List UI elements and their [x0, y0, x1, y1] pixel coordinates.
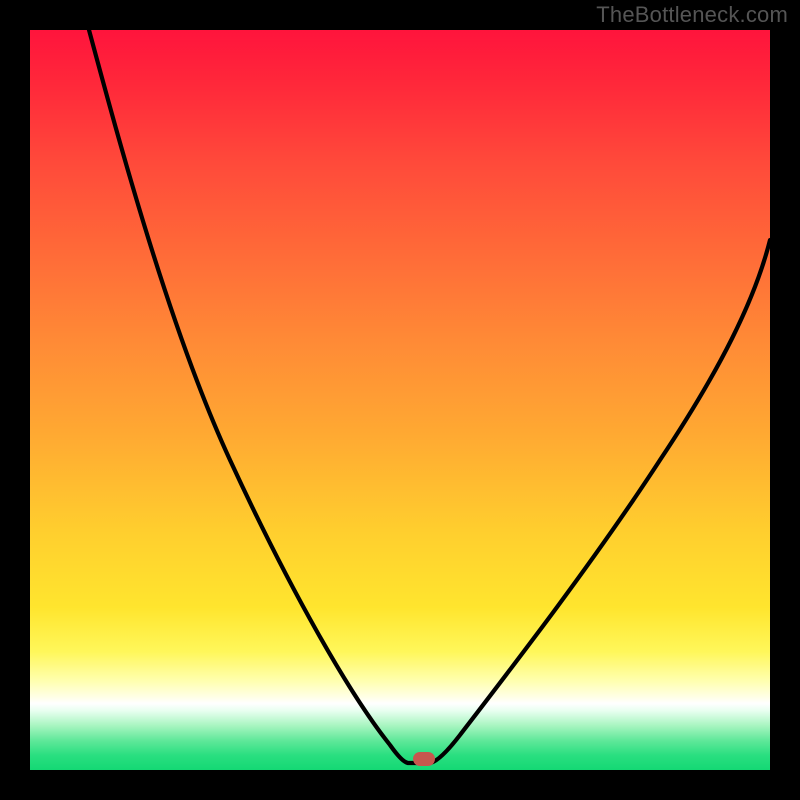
plot-area	[30, 30, 770, 770]
attribution-text: TheBottleneck.com	[596, 2, 788, 28]
bottleneck-curve	[30, 30, 770, 770]
optimal-point-marker	[413, 752, 435, 766]
chart-container: TheBottleneck.com	[0, 0, 800, 800]
curve-path	[89, 30, 770, 763]
